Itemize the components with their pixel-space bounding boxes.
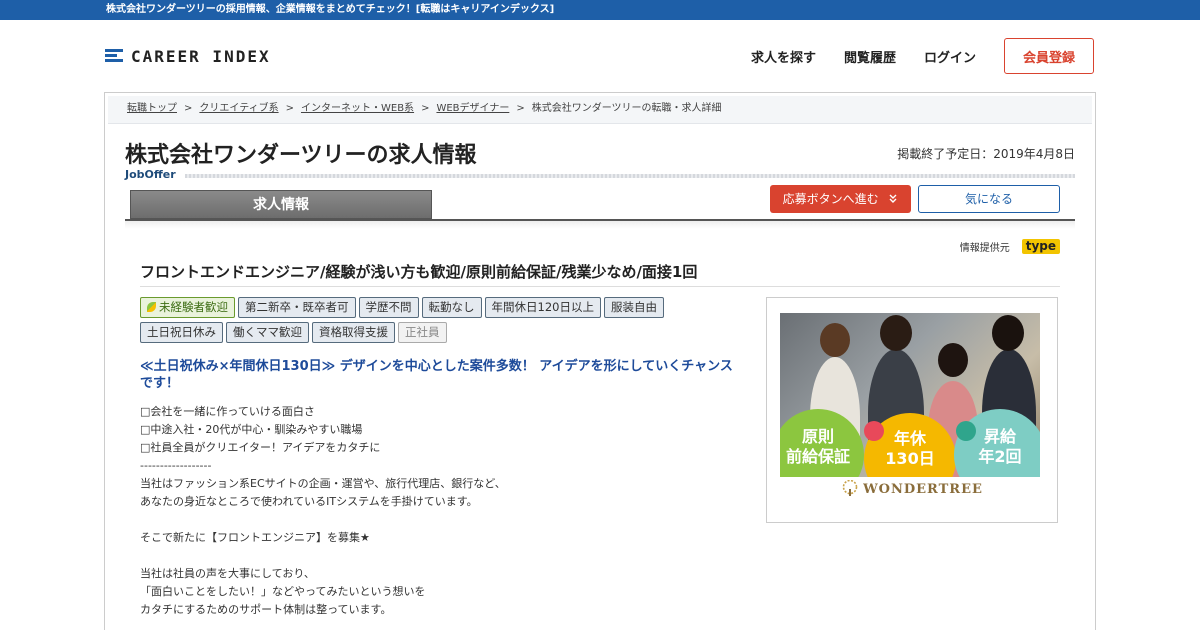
tab-job-info[interactable]: 求人情報 [130, 190, 432, 219]
section-sublabel: JobOffer [125, 168, 176, 181]
tag-second-graduate: 第二新卒・既卒者可 [238, 297, 356, 318]
signup-button[interactable]: 会員登録 [1004, 38, 1094, 74]
description-line: あなたの身近なところで使われているITシステムを手掛けています。 [140, 495, 478, 508]
description-line: □中途入社・20代が中心・馴染みやすい職場 [140, 423, 363, 436]
circle-line: 130日 [885, 449, 935, 468]
circle-line: 年2回 [978, 447, 1022, 466]
beginner-leaf-icon [147, 302, 156, 312]
description-line: ------------------ [140, 459, 212, 472]
breadcrumb-separator: > [421, 103, 430, 114]
logo-mark-icon [105, 49, 123, 63]
feature-tags: 未経験者歓迎 第二新卒・既卒者可 学歴不問 転勤なし 年間休日120日以上 服装… [140, 297, 700, 343]
person-head [880, 315, 912, 351]
breadcrumb-separator: > [184, 103, 193, 114]
site-header: CAREER INDEX 求人を探す 閲覧履歴 ログイン 会員登録 [0, 20, 1200, 92]
tag-inexperienced-welcome: 未経験者歓迎 [140, 297, 235, 318]
circle-line: 前給保証 [785, 447, 850, 466]
favorite-button[interactable]: 気になる [918, 185, 1060, 213]
logo-text: CAREER INDEX [131, 46, 271, 66]
tag-holidays-120: 年間休日120日以上 [484, 297, 601, 318]
circle-line: 原則 [801, 427, 834, 446]
section-divider [185, 174, 1075, 178]
job-title-rule [140, 286, 1060, 287]
description-line: カタチにするためのサポート体制は整っています。 [140, 603, 392, 616]
tag-no-relocation: 転勤なし [421, 297, 482, 318]
tag-label: 未経験者歓迎 [159, 300, 228, 314]
decor-dot [956, 421, 976, 441]
description-line [140, 547, 740, 565]
tag-weekends-off: 土日祝日休み [140, 322, 223, 343]
breadcrumb-link-webdesigner[interactable]: WEBデザイナー [436, 103, 509, 114]
info-source-label: 情報提供元 [959, 243, 1010, 254]
person-head [938, 343, 968, 377]
circle-line: 年休 [893, 429, 926, 448]
description-line: 「面白いことをしたい！」などやってみたいという想いを [140, 585, 426, 598]
nav-history[interactable]: 閲覧履歴 [844, 47, 896, 66]
person-head [820, 323, 850, 357]
breadcrumb-link-creative[interactable]: クリエイティブ系 [199, 103, 278, 114]
apply-button-label: 応募ボタンへ進む [782, 192, 879, 206]
posting-deadline: 掲載終了予定日：2019年4月8日 [897, 147, 1075, 161]
job-description: □会社を一緒に作っていける面白さ □中途入社・20代が中心・馴染みやすい職場 □社員… [140, 403, 740, 619]
type-logo[interactable]: type [1021, 239, 1060, 254]
description-line: そこで新たに【フロントエンジニア】を募集★ [140, 531, 370, 544]
apply-button[interactable]: 応募ボタンへ進む [770, 185, 911, 213]
job-panel: 転職トップ > クリエイティブ系 > インターネット・WEB系 > WEBデザイナー > 株式会… [104, 92, 1096, 630]
tag-certification-support: 資格取得支援 [312, 322, 395, 343]
description-line: 当社はファッション系ECサイトの企画・運営や、旅行代理店、銀行など、 [140, 477, 506, 490]
job-title: フロントエンドエンジニア/経験が浅い方も歓迎/原則前給保証/残業少なめ/面接1回 [140, 263, 698, 281]
tag-working-moms: 働くママ歓迎 [226, 322, 309, 343]
nav-search-jobs[interactable]: 求人を探す [751, 47, 816, 66]
breadcrumb-separator: > [285, 103, 294, 114]
tree-logo-icon [842, 479, 858, 496]
breadcrumb-separator: > [516, 103, 525, 114]
description-line [140, 511, 740, 529]
breadcrumb-link-internet[interactable]: インターネット・WEB系 [301, 103, 414, 114]
tag-full-time: 正社員 [398, 322, 447, 343]
tag-no-education-required: 学歴不問 [358, 297, 419, 318]
breadcrumb-link-top[interactable]: 転職トップ [127, 103, 177, 114]
company-banner: 原則 前給保証 年休 130日 昇給 年2回 WONDERTREE [766, 297, 1058, 523]
description-line: □会社を一緒に作っていける面白さ [140, 405, 315, 418]
decor-dot [864, 421, 884, 441]
job-catchphrase: ≪土日祝休み×年間休日130日≫ デザインを中心とした案件多数！ アイデアを形に… [140, 359, 733, 391]
tab-shadow [125, 221, 1075, 229]
nav-login[interactable]: ログイン [924, 47, 976, 66]
tag-free-dress: 服装自由 [603, 297, 664, 318]
brand-text: WONDERTREE [863, 482, 983, 497]
header-nav: 求人を探す 閲覧履歴 ログイン 会員登録 [723, 38, 1094, 74]
top-announcement-bar: 株式会社ワンダーツリーの採用情報、企業情報をまとめてチェック！[転職はキャリアイ… [0, 0, 1200, 20]
info-source: 情報提供元 type [960, 239, 1060, 254]
description-line: 当社は社員の声を大事にしており、 [140, 567, 315, 580]
breadcrumb: 転職トップ > クリエイティブ系 > インターネット・WEB系 > WEBデザイナー > 株式会… [108, 96, 1092, 124]
circle-line: 昇給 [983, 427, 1016, 446]
person-head [992, 315, 1024, 351]
breadcrumb-current: 株式会社ワンダーツリーの転職・求人詳細 [531, 103, 722, 114]
wondertree-logo: WONDERTREE [767, 479, 1057, 497]
site-logo[interactable]: CAREER INDEX [105, 46, 271, 66]
double-chevron-down-icon [889, 194, 897, 203]
team-photo: 原則 前給保証 年休 130日 昇給 年2回 [780, 313, 1040, 477]
page-title: 株式会社ワンダーツリーの求人情報 [125, 143, 477, 168]
description-line: □社員全員がクリエイター！アイデアをカタチに [140, 441, 381, 454]
